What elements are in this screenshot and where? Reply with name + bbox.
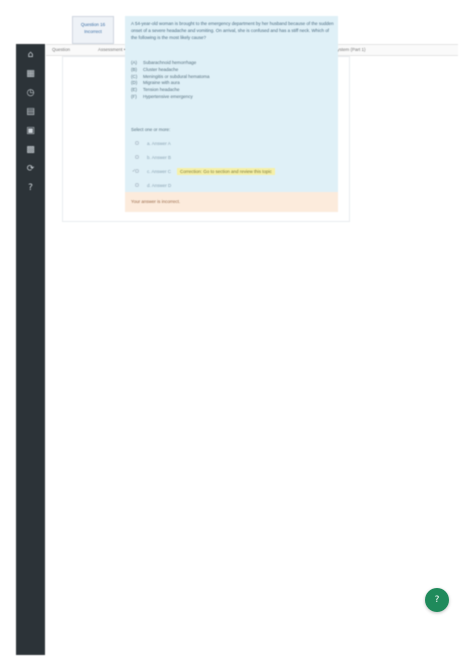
question-text: A 54-year-old woman is brought to the em… (131, 21, 334, 40)
breadcrumb-item[interactable]: Question (52, 45, 70, 55)
answer-list: a. Answer A b. Answer B ✓ c. Answer C Co… (132, 136, 325, 192)
list-item: (E) Tension headache (131, 87, 180, 93)
check-icon: ✓ (132, 168, 136, 173)
grid-icon[interactable]: ▩ (26, 145, 36, 155)
question-status: Incorrect (84, 29, 102, 34)
option-list: (A) Subarachnoid hemorrhage (B) Cluster he… (131, 60, 251, 101)
correction-note: Correction: Go to section and review thi… (177, 167, 275, 175)
history-icon[interactable]: ⟳ (26, 164, 36, 174)
list-item: (D) Migraine with aura (131, 80, 180, 86)
question-number: Question 16 (80, 22, 106, 27)
help-icon: ? (434, 595, 440, 605)
answer-option[interactable]: ✓ c. Answer C Correction: Go to section … (132, 164, 325, 178)
help-icon[interactable]: ? (26, 183, 36, 193)
inbox-icon[interactable]: ▤ (26, 107, 36, 117)
list-item: (B) Cluster headache (131, 66, 179, 72)
home-icon[interactable]: ⌂ (26, 50, 36, 60)
question-status-tag: Question 16 Incorrect (72, 16, 114, 44)
list-item: (F) Hypertensive emergency (131, 93, 193, 99)
calendar-icon[interactable]: ◷ (26, 88, 36, 98)
sidebar: ⌂ ▦ ◷ ▤ ▣ ▩ ⟳ ? (16, 44, 45, 655)
answer-option[interactable]: d. Answer D (135, 178, 325, 192)
radio-button[interactable] (135, 183, 139, 187)
chat-icon[interactable]: ▣ (26, 126, 36, 136)
feedback-box: Your answer is incorrect. (125, 192, 338, 212)
list-item: (A) Subarachnoid hemorrhage (131, 60, 197, 65)
list-item: (C) Meningitis or subdural hematoma (131, 73, 210, 79)
radio-button[interactable] (135, 141, 139, 145)
select-label: Select one or more: (131, 127, 171, 132)
help-fab-button[interactable]: ? (425, 588, 449, 612)
answer-option[interactable]: a. Answer A (135, 136, 325, 150)
dashboard-icon[interactable]: ▦ (26, 69, 36, 79)
answer-option[interactable]: b. Answer B (135, 150, 325, 164)
radio-button[interactable] (135, 155, 139, 159)
